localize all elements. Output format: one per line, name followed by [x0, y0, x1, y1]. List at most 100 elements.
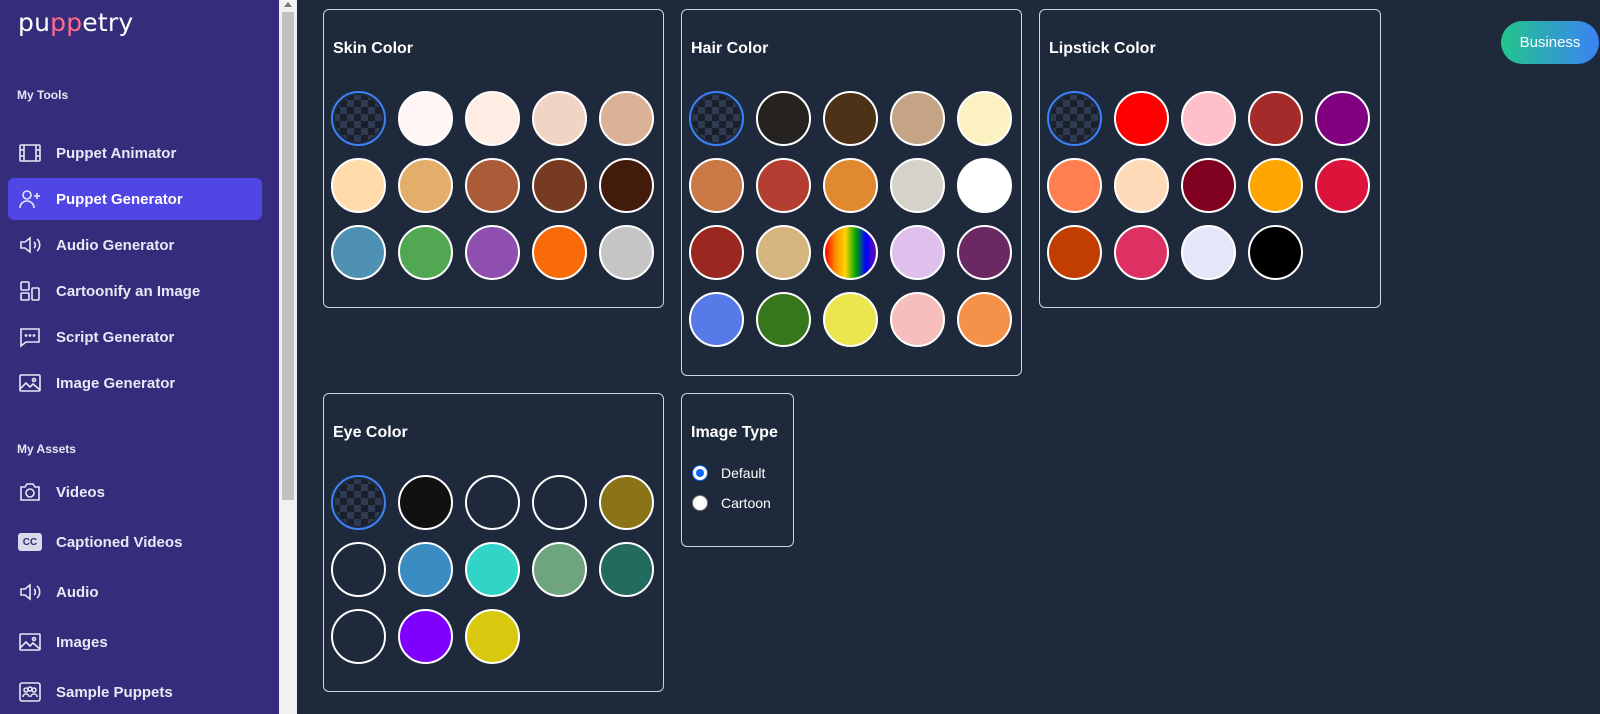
- hair-swatch-13[interactable]: [890, 225, 945, 280]
- default-label: Default: [721, 465, 766, 481]
- skin-swatch-10[interactable]: [331, 225, 386, 280]
- hair-swatch-14[interactable]: [957, 225, 1012, 280]
- hair-swatch-9[interactable]: [957, 158, 1012, 213]
- sidebar-item-puppet-generator[interactable]: Puppet Generator: [8, 178, 262, 220]
- eye-swatch-none[interactable]: [331, 475, 386, 530]
- lipstick-swatch-none[interactable]: [1047, 91, 1102, 146]
- skin-swatch-9[interactable]: [599, 158, 654, 213]
- hair-swatch-1[interactable]: [756, 91, 811, 146]
- hair-swatch-17[interactable]: [823, 292, 878, 347]
- sidebar-item-videos[interactable]: Videos: [8, 471, 262, 513]
- sidebar-item-label: Image Generator: [56, 374, 176, 392]
- hair-swatch-5[interactable]: [689, 158, 744, 213]
- lipstick-swatch-grid: [1047, 91, 1370, 280]
- chat-icon: [18, 325, 42, 349]
- hair-swatch-8[interactable]: [890, 158, 945, 213]
- hair-swatch-11[interactable]: [756, 225, 811, 280]
- skin-swatch-3[interactable]: [532, 91, 587, 146]
- lipstick-swatch-4[interactable]: [1315, 91, 1370, 146]
- lipstick-swatch-3[interactable]: [1248, 91, 1303, 146]
- image-type-cartoon-option[interactable]: Cartoon: [692, 495, 771, 511]
- skin-swatch-2[interactable]: [465, 91, 520, 146]
- scrollbar-thumb[interactable]: [282, 12, 294, 500]
- sidebar-item-label: Script Generator: [56, 328, 175, 346]
- skin-color-panel: Skin Color: [323, 9, 664, 308]
- eye-swatch-1[interactable]: [398, 475, 453, 530]
- skin-swatch-none[interactable]: [331, 91, 386, 146]
- sidebar-item-label: Audio Generator: [56, 236, 175, 254]
- sidebar-item-sample-puppets[interactable]: Sample Puppets: [8, 671, 262, 713]
- skin-swatch-7[interactable]: [465, 158, 520, 213]
- skin-swatch-11[interactable]: [398, 225, 453, 280]
- speaker-icon: [18, 233, 42, 257]
- lipstick-swatch-7[interactable]: [1181, 158, 1236, 213]
- lipstick-swatch-12[interactable]: [1181, 225, 1236, 280]
- eye-swatch-2[interactable]: [465, 475, 520, 530]
- lipstick-swatch-8[interactable]: [1248, 158, 1303, 213]
- cartoon-radio[interactable]: [692, 495, 708, 511]
- skin-swatch-4[interactable]: [599, 91, 654, 146]
- hair-swatch-16[interactable]: [756, 292, 811, 347]
- eye-swatch-7[interactable]: [465, 542, 520, 597]
- lipstick-color-panel: Lipstick Color: [1039, 9, 1381, 308]
- eye-swatch-10[interactable]: [331, 609, 386, 664]
- sidebar-item-audio-generator[interactable]: Audio Generator: [8, 224, 262, 266]
- hair-swatch-rainbow[interactable]: [823, 225, 878, 280]
- eye-swatch-8[interactable]: [532, 542, 587, 597]
- image-type-title: Image Type: [691, 424, 778, 441]
- sidebar-item-label: Sample Puppets: [56, 683, 173, 701]
- sidebar-item-script-generator[interactable]: Script Generator: [8, 316, 262, 358]
- skin-swatch-6[interactable]: [398, 158, 453, 213]
- lipstick-swatch-10[interactable]: [1047, 225, 1102, 280]
- lipstick-swatch-1[interactable]: [1114, 91, 1169, 146]
- lipstick-swatch-5[interactable]: [1047, 158, 1102, 213]
- eye-swatch-11[interactable]: [398, 609, 453, 664]
- hair-swatch-10[interactable]: [689, 225, 744, 280]
- skin-swatch-1[interactable]: [398, 91, 453, 146]
- default-radio[interactable]: [692, 465, 708, 481]
- hair-swatch-none[interactable]: [689, 91, 744, 146]
- hair-swatch-4[interactable]: [957, 91, 1012, 146]
- sidebar-item-audio[interactable]: Audio: [8, 571, 262, 613]
- eye-color-panel: Eye Color: [323, 393, 664, 692]
- camera-icon: [18, 480, 42, 504]
- lipstick-swatch-2[interactable]: [1181, 91, 1236, 146]
- skin-swatch-5[interactable]: [331, 158, 386, 213]
- sidebar-item-cartoonify[interactable]: Cartoonify an Image: [8, 270, 262, 312]
- eye-swatch-6[interactable]: [398, 542, 453, 597]
- skin-swatch-8[interactable]: [532, 158, 587, 213]
- sidebar-item-images[interactable]: Images: [8, 621, 262, 663]
- my-tools-label: My Tools: [17, 88, 69, 102]
- skin-swatch-12[interactable]: [465, 225, 520, 280]
- sidebar-item-label: Captioned Videos: [56, 533, 183, 551]
- eye-swatch-4[interactable]: [599, 475, 654, 530]
- eye-swatch-5[interactable]: [331, 542, 386, 597]
- lipstick-swatch-11[interactable]: [1114, 225, 1169, 280]
- hair-swatch-2[interactable]: [823, 91, 878, 146]
- cartoon-label: Cartoon: [721, 495, 771, 511]
- image-type-default-option[interactable]: Default: [692, 465, 765, 481]
- hair-swatch-15[interactable]: [689, 292, 744, 347]
- hair-swatch-18[interactable]: [890, 292, 945, 347]
- image-icon: [18, 371, 42, 395]
- lipstick-swatch-6[interactable]: [1114, 158, 1169, 213]
- sidebar-item-captioned-videos[interactable]: CC Captioned Videos: [8, 521, 262, 563]
- lipstick-swatch-13[interactable]: [1248, 225, 1303, 280]
- hair-color-panel: Hair Color: [681, 9, 1022, 376]
- business-button[interactable]: Business: [1501, 21, 1599, 64]
- app-logo[interactable]: puppetry: [18, 8, 133, 37]
- sidebar-item-puppet-animator[interactable]: Puppet Animator: [8, 132, 262, 174]
- lipstick-swatch-9[interactable]: [1315, 158, 1370, 213]
- hair-swatch-3[interactable]: [890, 91, 945, 146]
- hair-swatch-7[interactable]: [823, 158, 878, 213]
- eye-swatch-12[interactable]: [465, 609, 520, 664]
- hair-swatch-6[interactable]: [756, 158, 811, 213]
- skin-swatch-14[interactable]: [599, 225, 654, 280]
- sidebar: puppetry My Tools Puppet Animator Puppet…: [0, 0, 279, 714]
- eye-swatch-9[interactable]: [599, 542, 654, 597]
- eye-swatch-3[interactable]: [532, 475, 587, 530]
- scroll-up-arrow-icon[interactable]: [284, 2, 292, 7]
- hair-swatch-19[interactable]: [957, 292, 1012, 347]
- skin-swatch-13[interactable]: [532, 225, 587, 280]
- sidebar-item-image-generator[interactable]: Image Generator: [8, 362, 262, 404]
